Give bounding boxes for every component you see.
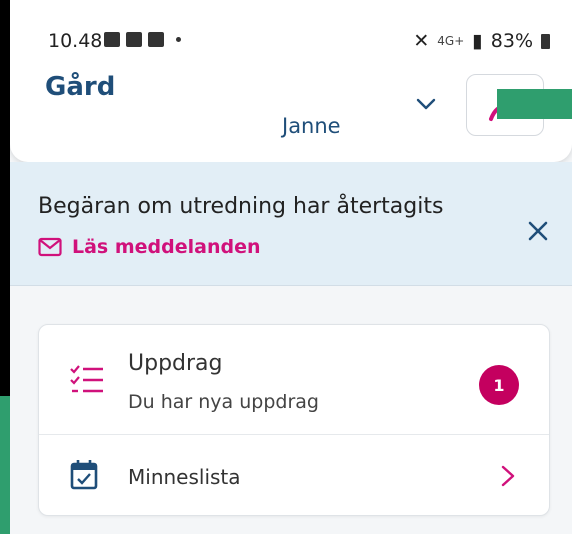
checkbox-notification-icon (126, 32, 142, 47)
uppdrag-subtitle: Du har nya uppdrag (128, 391, 319, 413)
chevron-right-icon (501, 465, 515, 487)
minneslista-row[interactable]: Minneslista (39, 435, 549, 517)
uppdrag-title: Uppdrag (128, 351, 223, 376)
battery-level: 83% (490, 30, 533, 52)
mute-icon: ✕ (413, 30, 430, 52)
notification-icons (104, 32, 181, 47)
app-screen: 10.48 ✕ 4G+ ▮ 83% Gård Janne Begäran om … (10, 0, 572, 534)
read-messages-label: Läs meddelanden (72, 236, 261, 258)
farm-title[interactable]: Gård (45, 72, 115, 102)
app-notification-icon (148, 32, 164, 47)
gallery-icon (104, 32, 120, 47)
status-time: 10.48 (48, 30, 103, 52)
mail-icon (38, 237, 62, 257)
chevron-down-icon[interactable] (414, 92, 438, 116)
minneslista-label: Minneslista (128, 465, 241, 489)
overlay-green-side (0, 396, 10, 534)
close-icon[interactable] (524, 217, 552, 245)
status-bar: 10.48 ✕ 4G+ ▮ 83% (10, 26, 572, 56)
uppdrag-count-badge: 1 (479, 365, 519, 405)
uppdrag-row[interactable]: Uppdrag Du har nya uppdrag 1 (39, 325, 549, 435)
notice-banner: Begäran om utredning har återtagits Läs … (10, 162, 572, 286)
calendar-check-icon (70, 460, 98, 490)
tasks-card: Uppdrag Du har nya uppdrag 1 Minneslista (38, 324, 550, 516)
header-card: 10.48 ✕ 4G+ ▮ 83% Gård Janne (10, 0, 572, 162)
task-list-icon (70, 365, 103, 393)
signal-icon: ▮ (472, 30, 483, 52)
battery-icon (541, 33, 550, 49)
banner-title: Begäran om utredning har återtagits (38, 194, 444, 219)
more-notifications-icon (176, 37, 181, 42)
network-type: 4G+ (437, 34, 465, 48)
read-messages-link[interactable]: Läs meddelanden (38, 236, 261, 258)
status-right: ✕ 4G+ ▮ 83% (413, 30, 550, 52)
overlay-green-bar (497, 89, 572, 119)
user-name[interactable]: Janne (282, 114, 341, 138)
